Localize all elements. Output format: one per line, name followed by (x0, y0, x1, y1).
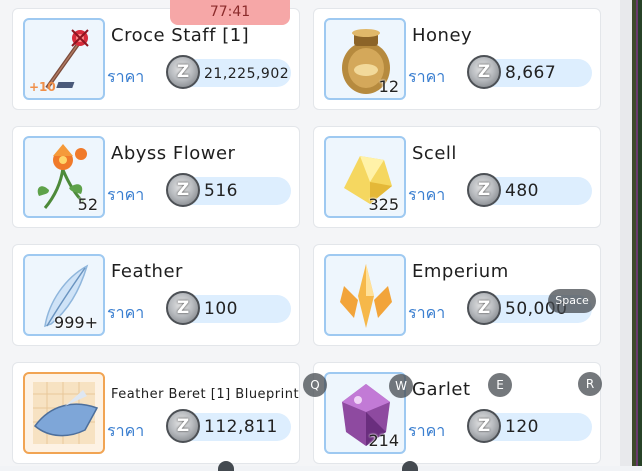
item-card-feather-beret-blueprint[interactable]: Feather Beret [1] Blueprint ราคา Z 112,8… (12, 362, 300, 464)
game-world-edge (620, 0, 642, 466)
bottom-indicator (218, 461, 234, 471)
zeny-coin-icon: Z (467, 173, 501, 207)
item-price: 516 (204, 181, 238, 201)
item-name: Feather (111, 261, 183, 282)
item-icon-frame: 12 (324, 18, 406, 100)
item-price: 8,667 (505, 63, 557, 83)
zeny-coin-icon: Z (467, 55, 501, 89)
zeny-coin-icon: Z (166, 55, 200, 89)
item-price: 112,811 (204, 417, 278, 437)
item-icon-frame: 52 (23, 136, 105, 218)
item-name: Garlet (412, 379, 471, 400)
hotkey-w[interactable]: W (389, 374, 413, 398)
zeny-coin-icon: Z (166, 173, 200, 207)
hotkey-space[interactable]: Space (548, 289, 596, 313)
zeny-coin-icon: Z (467, 291, 501, 325)
price-label: ราคา (107, 185, 145, 204)
price-label: ราคา (107, 303, 145, 322)
item-name: Emperium (412, 261, 509, 282)
item-quantity: 325 (368, 195, 399, 214)
item-icon-frame (23, 372, 105, 454)
price-label: ราคา (107, 67, 145, 86)
item-icon-frame: 999+ (23, 254, 105, 336)
item-card-garlet[interactable]: 214 Garlet ราคา Z 120 (313, 362, 601, 464)
zeny-coin-icon: Z (166, 409, 200, 443)
timer-badge: 77:41 (170, 0, 290, 25)
item-quantity: 999+ (54, 313, 98, 332)
hotkey-q[interactable]: Q (303, 373, 327, 397)
price-label: ราคา (408, 421, 446, 440)
item-icon-frame (324, 254, 406, 336)
bottom-indicator (402, 461, 418, 471)
item-price: 120 (505, 417, 539, 437)
blueprint-icon (33, 382, 99, 444)
item-name: Croce Staff [1] (111, 25, 250, 46)
zeny-coin-icon: Z (467, 409, 501, 443)
price-label: ราคา (107, 421, 145, 440)
emperium-icon (340, 264, 392, 328)
item-icon-frame: 325 (324, 136, 406, 218)
item-name: Scell (412, 143, 457, 164)
item-price: 100 (204, 299, 238, 319)
item-quantity: 12 (378, 77, 399, 96)
item-card-scell[interactable]: 325 Scell ราคา Z 480 (313, 126, 601, 228)
item-card-abyss-flower[interactable]: 52 Abyss Flower ราคา Z 516 (12, 126, 300, 228)
item-card-honey[interactable]: 12 Honey ราคา Z 8,667 (313, 8, 601, 110)
item-icon-frame: +10 (23, 18, 105, 100)
price-label: ราคา (408, 185, 446, 204)
item-card-feather[interactable]: 999+ Feather ราคา Z 100 (12, 244, 300, 346)
market-panel: +10 Croce Staff [1] ราคา Z 21,225,902 12… (0, 0, 620, 471)
item-price: 480 (505, 181, 539, 201)
item-price: 21,225,902 (204, 66, 290, 82)
item-quantity: 52 (77, 195, 98, 214)
item-quantity: 214 (368, 431, 399, 450)
hotkey-r[interactable]: R (578, 372, 602, 396)
refine-level: +10 (29, 80, 56, 94)
item-name: Honey (412, 25, 473, 46)
price-label: ราคา (408, 67, 446, 86)
item-name: Abyss Flower (111, 143, 236, 164)
hotkey-e[interactable]: E (488, 373, 512, 397)
zeny-coin-icon: Z (166, 291, 200, 325)
item-name: Feather Beret [1] Blueprint (111, 387, 300, 402)
price-label: ราคา (408, 303, 446, 322)
